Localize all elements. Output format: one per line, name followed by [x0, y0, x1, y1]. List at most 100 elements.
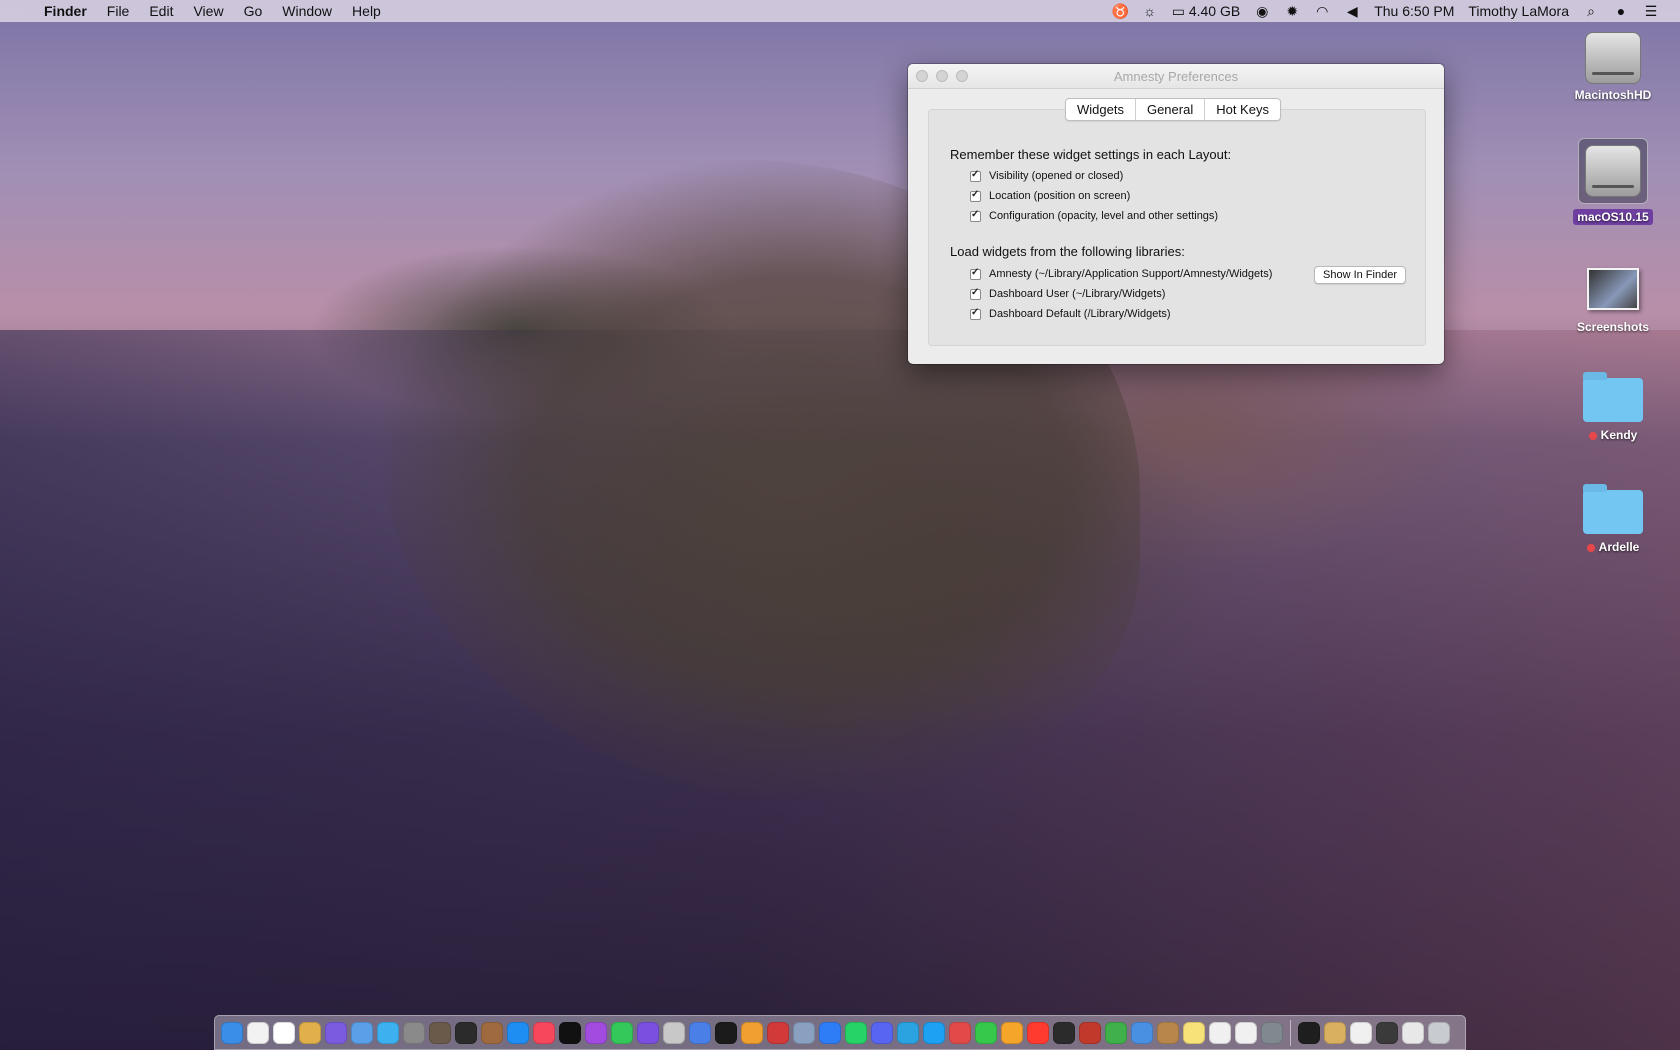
downloads-icon[interactable]	[1350, 1021, 1372, 1044]
menu-help[interactable]: Help	[342, 0, 391, 22]
siri-icon[interactable]	[325, 1021, 347, 1044]
red-tag-icon	[1588, 431, 1597, 440]
menu-window[interactable]: Window	[272, 0, 342, 22]
desktop-icon-ardelle[interactable]: Ardelle	[1558, 484, 1668, 554]
whatsapp-icon[interactable]	[845, 1021, 867, 1044]
window-title: Amnesty Preferences	[1113, 69, 1239, 84]
window-titlebar[interactable]: Amnesty Preferences	[908, 64, 1444, 89]
amphetamine-icon[interactable]: ◉	[1247, 0, 1277, 22]
notifications-icon[interactable]	[299, 1021, 321, 1044]
podcasts-icon[interactable]	[585, 1021, 607, 1044]
option-label: Dashboard User (~/Library/Widgets)	[989, 288, 1166, 300]
tab-general[interactable]: General	[1136, 99, 1206, 120]
photos-landscape-icon[interactable]	[429, 1021, 451, 1044]
rocket-ball-icon[interactable]	[481, 1021, 503, 1044]
messages-icon[interactable]	[975, 1021, 997, 1044]
messenger-icon[interactable]	[819, 1021, 841, 1044]
textedit-icon[interactable]	[1209, 1021, 1231, 1044]
calendar-icon[interactable]	[273, 1021, 295, 1044]
desktop-icon-macintoshhd[interactable]: MacintoshHD	[1558, 32, 1668, 102]
discord-icon[interactable]	[871, 1021, 893, 1044]
siri-icon[interactable]: ●	[1606, 0, 1636, 22]
folder-icon	[1583, 372, 1643, 422]
storage-indicator[interactable]: ▭ 4.40 GB	[1165, 0, 1248, 22]
location-checkbox[interactable]	[970, 189, 981, 202]
desktop-icon-label: Ardelle	[1598, 540, 1640, 554]
launchpad-icon[interactable]	[351, 1021, 373, 1044]
claquette-icon[interactable]	[1053, 1021, 1075, 1044]
chrome-icon[interactable]	[689, 1021, 711, 1044]
notification-center-icon[interactable]: ☰	[1636, 0, 1666, 22]
screen-sharing-icon[interactable]	[1261, 1021, 1283, 1044]
option-location[interactable]: Location (position on screen)	[970, 189, 1130, 202]
mosaic-icon[interactable]	[767, 1021, 789, 1044]
library-dashboard-default[interactable]: Dashboard Default (/Library/Widgets)	[970, 307, 1171, 320]
screen-icon[interactable]	[1376, 1021, 1398, 1044]
amnesty-library-checkbox[interactable]	[970, 267, 981, 280]
moon-icon[interactable]	[455, 1021, 477, 1044]
rocket-icon[interactable]	[403, 1021, 425, 1044]
telegram-icon[interactable]	[897, 1021, 919, 1044]
sun-icon[interactable]: ✹	[1277, 0, 1307, 22]
tv-icon[interactable]	[559, 1021, 581, 1044]
library-amnesty[interactable]: Amnesty (~/Library/Application Support/A…	[970, 267, 1272, 280]
brightness-icon[interactable]: ☼	[1135, 0, 1165, 22]
find-my-icon[interactable]	[611, 1021, 633, 1044]
preview-icon[interactable]	[663, 1021, 685, 1044]
menu-view[interactable]: View	[183, 0, 233, 22]
volume-icon[interactable]: ◀	[1337, 0, 1367, 22]
preview-doc-icon[interactable]	[1131, 1021, 1153, 1044]
safari-icon[interactable]	[377, 1021, 399, 1044]
user-name[interactable]: Timothy LaMora	[1461, 0, 1576, 22]
remember-settings-heading: Remember these widget settings in each L…	[950, 147, 1232, 162]
maps-icon[interactable]	[1105, 1021, 1127, 1044]
tab-widgets[interactable]: Widgets	[1066, 99, 1136, 120]
quicktime-icon[interactable]	[715, 1021, 737, 1044]
menu-go[interactable]: Go	[234, 0, 273, 22]
trash-icon[interactable]	[1428, 1021, 1450, 1044]
home-icon[interactable]	[1001, 1021, 1023, 1044]
option-configuration[interactable]: Configuration (opacity, level and other …	[970, 209, 1218, 222]
system-info-icon[interactable]	[793, 1021, 815, 1044]
clock[interactable]: Thu 6:50 PM	[1367, 0, 1461, 22]
brushes-icon[interactable]	[1324, 1021, 1346, 1044]
configuration-checkbox[interactable]	[970, 209, 981, 222]
cat-icon[interactable]: ♉	[1105, 0, 1135, 22]
wifi-icon[interactable]: ◠	[1307, 0, 1337, 22]
twitter-icon[interactable]	[923, 1021, 945, 1044]
finder-icon[interactable]	[221, 1021, 243, 1044]
storage-value: 4.40 GB	[1188, 3, 1241, 19]
terminal-icon[interactable]	[1298, 1021, 1320, 1044]
notes-icon[interactable]	[1183, 1021, 1205, 1044]
desktop-icon-screenshots[interactable]: Screenshots	[1558, 268, 1668, 334]
dashboard-default-checkbox[interactable]	[970, 307, 981, 320]
load-widgets-heading: Load widgets from the following librarie…	[950, 244, 1185, 259]
menu-file[interactable]: File	[97, 0, 140, 22]
news-icon[interactable]	[1027, 1021, 1049, 1044]
dock	[214, 1015, 1466, 1050]
dashboard-user-checkbox[interactable]	[970, 287, 981, 300]
notes-brown-icon[interactable]	[1157, 1021, 1179, 1044]
spotlight-search-icon[interactable]: ⌕	[1576, 0, 1606, 22]
photos-icon[interactable]	[741, 1021, 763, 1044]
show-in-finder-button[interactable]: Show In Finder	[1314, 266, 1406, 284]
option-visibility[interactable]: Visibility (opened or closed)	[970, 169, 1123, 182]
tab-hot-keys[interactable]: Hot Keys	[1205, 99, 1280, 120]
desktop-icon-kendy[interactable]: Kendy	[1558, 372, 1668, 442]
menu-edit[interactable]: Edit	[139, 0, 183, 22]
weibo-icon[interactable]	[949, 1021, 971, 1044]
folder-icon	[1583, 484, 1643, 534]
music-icon[interactable]	[533, 1021, 555, 1044]
record-icon[interactable]	[1079, 1021, 1101, 1044]
menu-app-finder[interactable]: Finder	[34, 0, 97, 22]
clock-icon[interactable]	[247, 1021, 269, 1044]
pages-icon[interactable]	[1235, 1021, 1257, 1044]
visibility-checkbox[interactable]	[970, 169, 981, 182]
keyboard-icon[interactable]	[1402, 1021, 1424, 1044]
tab-bar: Widgets General Hot Keys	[1065, 98, 1281, 121]
desktop-icon-label: Screenshots	[1576, 320, 1650, 334]
library-dashboard-user[interactable]: Dashboard User (~/Library/Widgets)	[970, 287, 1166, 300]
app-store-icon[interactable]	[507, 1021, 529, 1044]
desktop-icon-macos1015[interactable]: macOS10.15	[1558, 138, 1668, 225]
spark-icon[interactable]	[637, 1021, 659, 1044]
